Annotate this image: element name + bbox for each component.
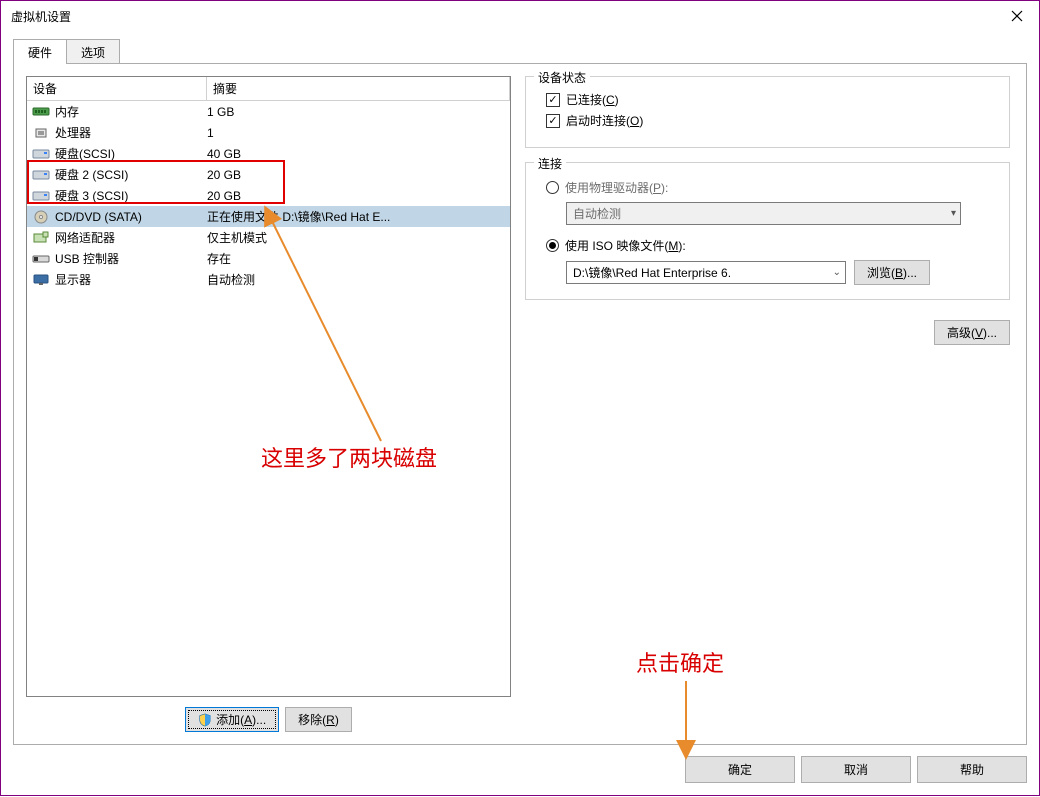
device-name: 处理器 [55,124,207,141]
device-row[interactable]: 处理器1 [27,122,510,143]
footer-buttons: 确定 取消 帮助 [685,756,1027,783]
col-device[interactable]: 设备 [27,77,207,101]
device-name: USB 控制器 [55,250,207,267]
add-button[interactable]: 添加(A)... [185,707,279,732]
chk-power-on-label: 启动时连接(O) [566,112,643,129]
device-summary: 40 GB [207,147,510,161]
device-name: 显示器 [55,271,207,288]
chevron-down-icon: ⌄ [833,267,841,278]
display-icon [27,273,55,287]
tab-body: 设备 摘要 内存1 GB处理器1硬盘(SCSI)40 GB硬盘 2 (SCSI)… [13,63,1027,745]
chk-connected-label: 已连接(C) [566,91,619,108]
device-row[interactable]: 内存1 GB [27,101,510,122]
combo-autodetect: 自动检测 ▾ [566,202,961,225]
cancel-button[interactable]: 取消 [801,756,911,783]
radio-iso-label: 使用 ISO 映像文件(M): [565,237,686,254]
radio-iso[interactable] [546,239,559,252]
device-name: 网络适配器 [55,229,207,246]
cpu-icon [27,126,55,140]
right-pane: 设备状态 ✓ 已连接(C) ✓ 启动时连接(O) 连接 [525,76,1014,732]
device-summary: 1 GB [207,105,510,119]
device-list: 设备 摘要 内存1 GB处理器1硬盘(SCSI)40 GB硬盘 2 (SCSI)… [26,76,511,697]
device-row[interactable]: 硬盘(SCSI)40 GB [27,143,510,164]
device-summary: 自动检测 [207,271,510,288]
content-area: 硬件 选项 设备 摘要 内存1 GB处理器1硬盘(SCSI)40 GB硬盘 2 … [13,39,1027,783]
device-name: 硬盘 3 (SCSI) [55,187,207,204]
combo-iso-path[interactable]: D:\镜像\Red Hat Enterprise 6. ⌄ [566,261,846,284]
titlebar: 虚拟机设置 [1,1,1039,31]
window-title: 虚拟机设置 [11,8,995,25]
cd-icon [27,210,55,224]
usb-icon [27,252,55,266]
device-row[interactable]: 硬盘 3 (SCSI)20 GB [27,185,510,206]
ok-button[interactable]: 确定 [685,756,795,783]
tab-hardware[interactable]: 硬件 [13,39,67,64]
status-group-title: 设备状态 [534,69,590,86]
tab-options[interactable]: 选项 [66,39,120,64]
device-name: 硬盘 2 (SCSI) [55,166,207,183]
help-button[interactable]: 帮助 [917,756,1027,783]
vm-settings-window: 虚拟机设置 硬件 选项 设备 摘要 内存1 GB处理器1硬盘(SCSI)40 G [0,0,1040,796]
device-summary: 仅主机模式 [207,229,510,246]
advanced-button[interactable]: 高级(V)... [934,320,1010,345]
col-summary[interactable]: 摘要 [207,77,510,101]
radio-physical-label: 使用物理驱动器(P): [565,179,668,196]
device-row[interactable]: USB 控制器存在 [27,248,510,269]
device-row[interactable]: 硬盘 2 (SCSI)20 GB [27,164,510,185]
connection-group-title: 连接 [534,155,566,172]
chk-power-on[interactable]: ✓ [546,114,560,128]
device-summary: 20 GB [207,168,510,182]
nic-icon [27,231,55,245]
tabs: 硬件 选项 [13,39,1027,64]
browse-button[interactable]: 浏览(B)... [854,260,930,285]
device-summary: 存在 [207,250,510,267]
device-summary: 1 [207,126,510,140]
device-summary: 20 GB [207,189,510,203]
disk-icon [27,168,55,182]
disk-icon [27,189,55,203]
add-remove-bar: 添加(A)... 移除(R) [26,707,511,732]
shield-icon [198,713,212,727]
device-name: CD/DVD (SATA) [55,210,207,224]
left-pane: 设备 摘要 内存1 GB处理器1硬盘(SCSI)40 GB硬盘 2 (SCSI)… [26,76,511,732]
chk-connected[interactable]: ✓ [546,93,560,107]
status-group: 设备状态 ✓ 已连接(C) ✓ 启动时连接(O) [525,76,1010,148]
device-row[interactable]: 网络适配器仅主机模式 [27,227,510,248]
device-name: 硬盘(SCSI) [55,145,207,162]
device-row[interactable]: CD/DVD (SATA)正在使用文件 D:\镜像\Red Hat E... [27,206,510,227]
device-name: 内存 [55,103,207,120]
device-list-header: 设备 摘要 [27,77,510,101]
device-row[interactable]: 显示器自动检测 [27,269,510,290]
close-button[interactable] [995,1,1039,31]
device-summary: 正在使用文件 D:\镜像\Red Hat E... [207,208,510,225]
connection-group: 连接 使用物理驱动器(P): 自动检测 ▾ [525,162,1010,300]
chevron-down-icon: ▾ [951,208,956,219]
disk-icon [27,147,55,161]
radio-physical[interactable] [546,181,559,194]
memory-icon [27,105,55,119]
remove-button[interactable]: 移除(R) [285,707,352,732]
